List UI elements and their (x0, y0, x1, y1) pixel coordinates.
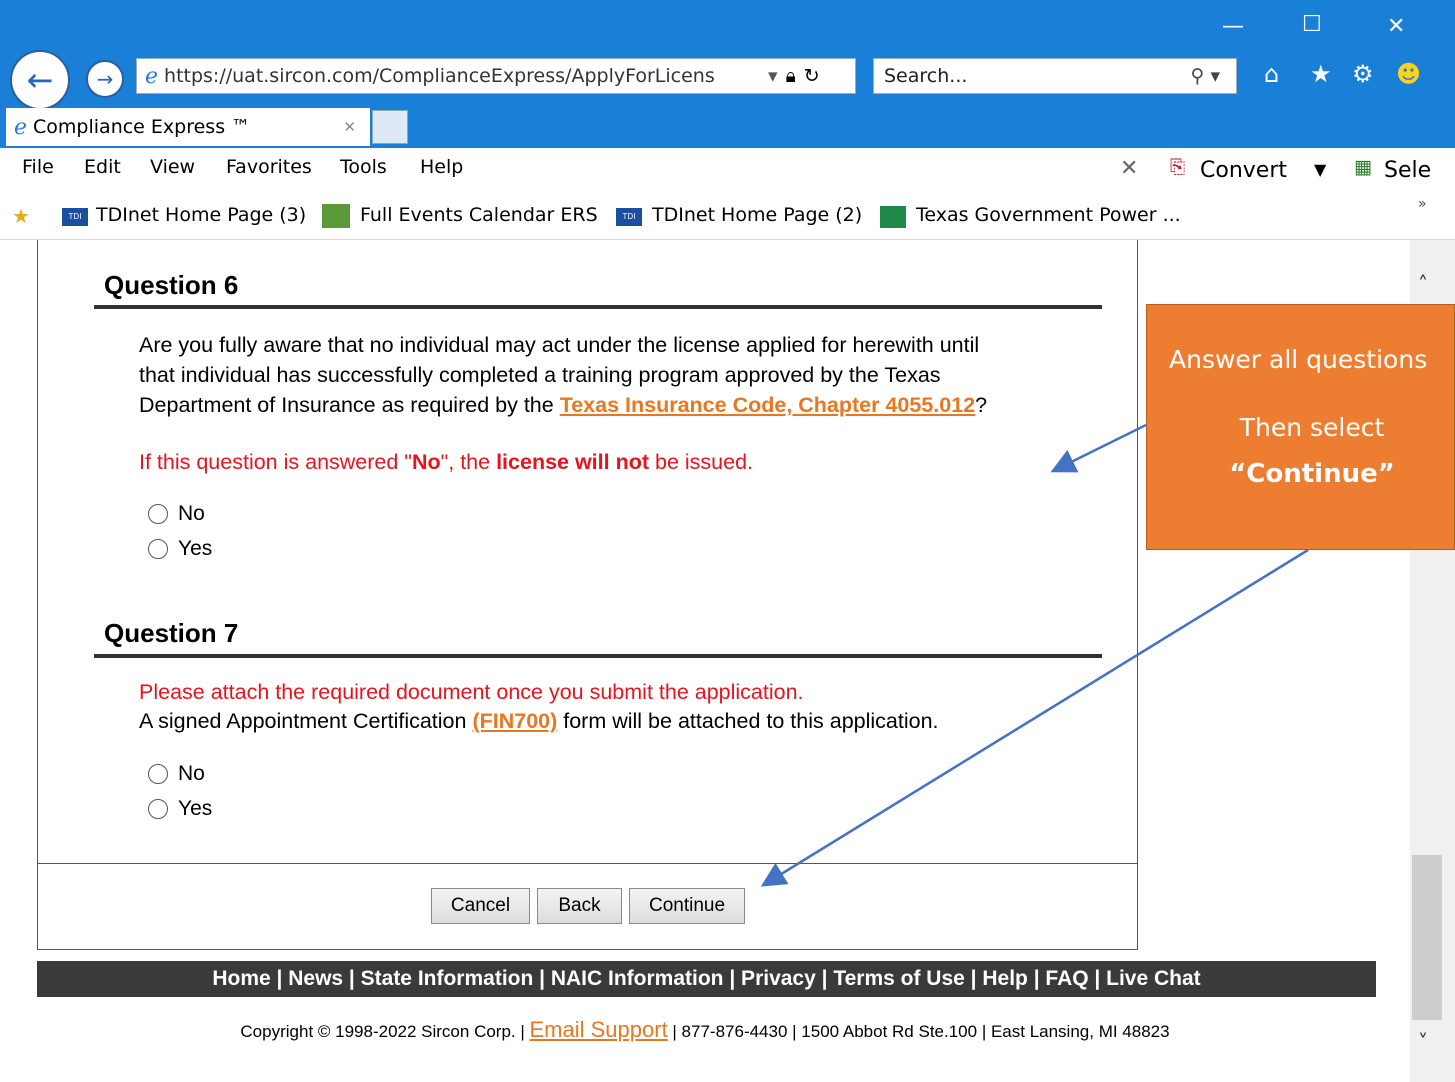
callout-arrows (760, 423, 1309, 887)
arrow-to-question (1050, 423, 1147, 473)
arrow-to-continue (760, 548, 1309, 887)
